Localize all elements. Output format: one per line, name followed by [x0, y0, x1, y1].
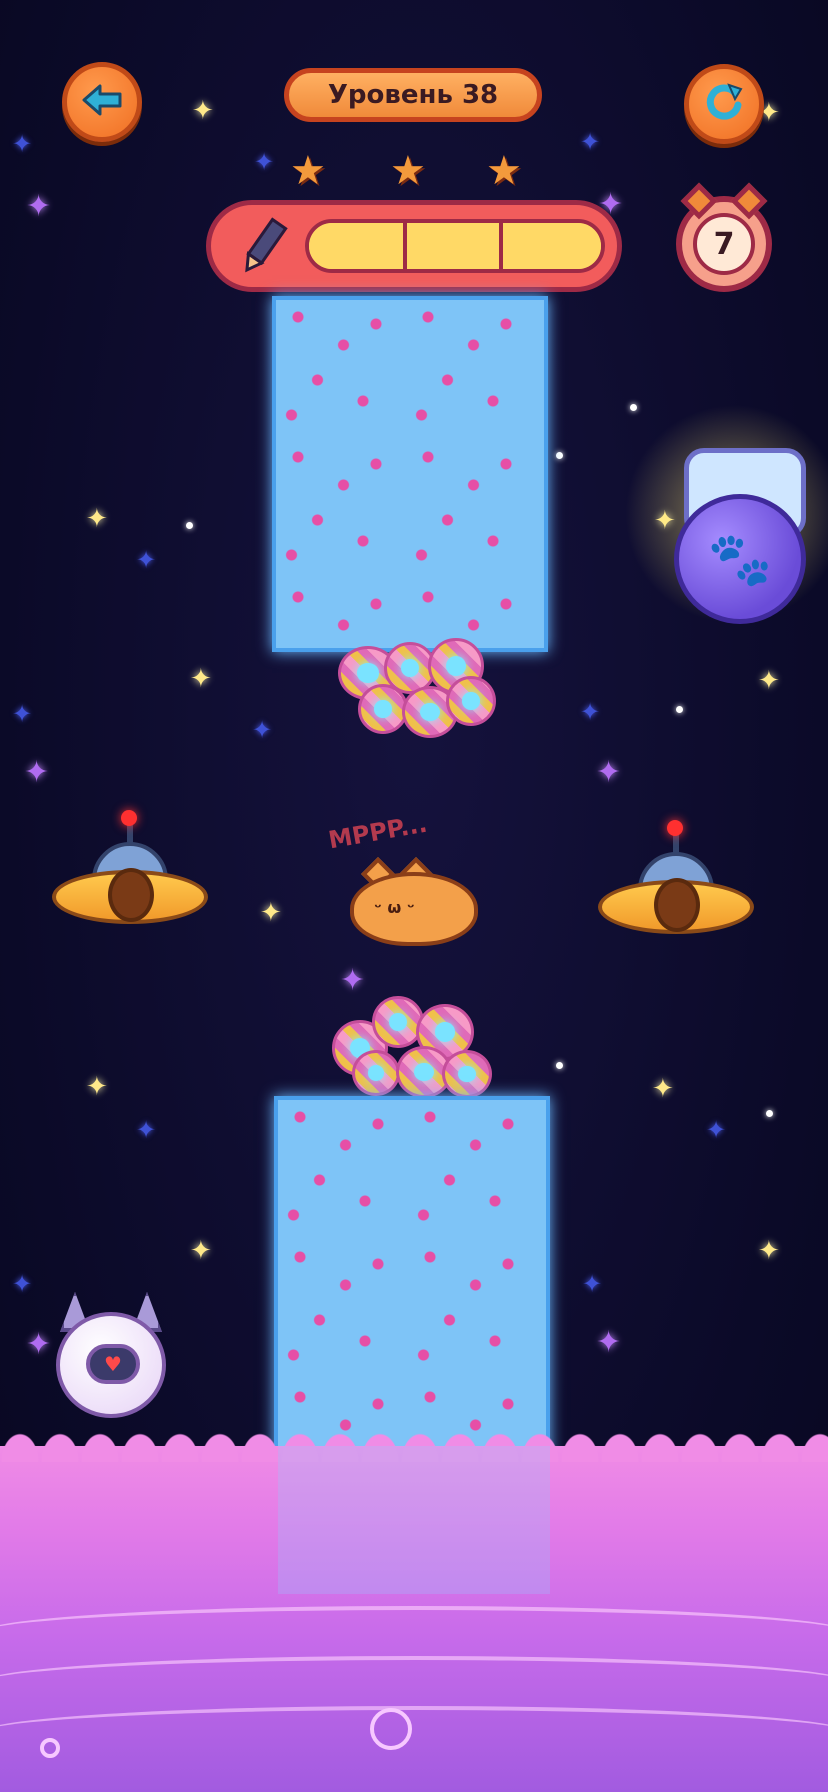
level-label: Уровень 38 [327, 80, 499, 110]
game-scene[interactable]: ✦ ✦ ✦ ✦ ✦ ✦ ✦ ✦ ✦ ✦ ✦ ✦ ✦ ✦ ✦ ✦ ✦ ✦ ✦ ✦ … [0, 0, 828, 1792]
heart-icon: ♥ [86, 1344, 140, 1384]
cat-sound-text: MPPP... [326, 809, 430, 855]
star-icon: ★ [290, 148, 326, 194]
bottom-pillar [274, 1096, 550, 1464]
ink-divider [403, 223, 407, 269]
bubble [370, 1708, 412, 1750]
level-indicator: Уровень 38 [284, 68, 542, 122]
restart-button[interactable] [684, 64, 764, 144]
ufo-right [598, 820, 754, 948]
coral-lower [332, 990, 494, 1100]
star-rating: ★ ★ ★ [0, 148, 828, 194]
pencil-icon [231, 215, 295, 283]
bubble [40, 1738, 60, 1758]
pillar-reflection [278, 1446, 550, 1594]
star-icon: ★ [486, 148, 522, 194]
paw-planet-icon[interactable]: 🐾 [674, 494, 806, 624]
robot-companion: ♥ [52, 1292, 170, 1418]
ink-fill [309, 223, 601, 269]
timer-value: 7 [693, 213, 755, 275]
star-icon: ★ [390, 148, 426, 194]
ink-track [305, 219, 605, 273]
ink-meter [206, 200, 622, 292]
back-arrow-icon [80, 82, 124, 122]
timer: 7 [676, 182, 772, 292]
back-button[interactable] [62, 62, 142, 142]
restart-icon [701, 79, 747, 129]
coral-upper [338, 636, 500, 746]
ink-divider [499, 223, 503, 269]
top-pillar [272, 296, 548, 652]
ufo-left [52, 810, 208, 938]
sleeping-cat: ᵕ ω ᵕ [350, 857, 478, 946]
